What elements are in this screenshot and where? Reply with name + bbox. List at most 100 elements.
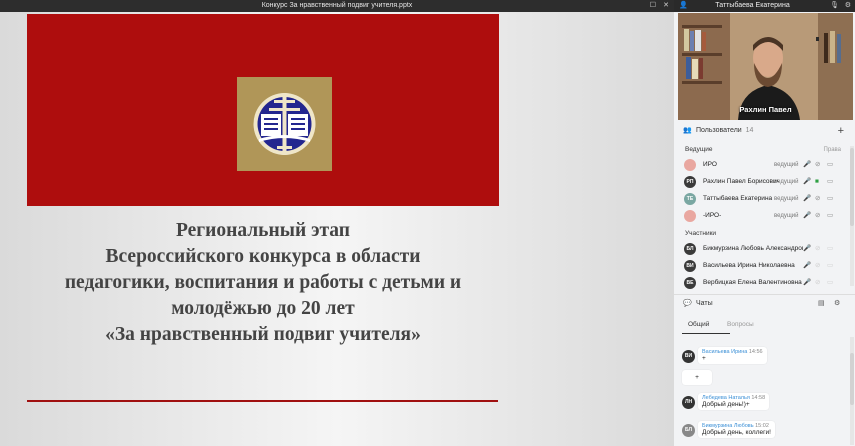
- user-name: Васильева Ирина Николаевна: [703, 262, 795, 269]
- users-count: 14: [745, 127, 754, 134]
- user-role: ведущий: [774, 213, 799, 219]
- screen-icon[interactable]: ▭: [827, 241, 833, 257]
- chat-icon: 💬: [683, 300, 692, 307]
- microphone-icon[interactable]: 🎤: [803, 157, 811, 173]
- active-tab-indicator: [682, 333, 730, 334]
- chat-scrollbar[interactable]: [850, 353, 854, 405]
- participants-label: Участники: [685, 230, 717, 237]
- user-name: Таттыбаева Екатерина: [703, 195, 773, 202]
- emblem-logo: [237, 77, 332, 171]
- user-row-presenter[interactable]: -ИРО- ведущий 🎤 ⊘ ▭: [684, 208, 844, 224]
- presenters-label: Ведущие: [685, 146, 713, 153]
- user-role: ведущий: [774, 179, 799, 185]
- microphone-icon[interactable]: 🎤: [803, 208, 811, 224]
- screen-icon[interactable]: ▭: [827, 191, 833, 207]
- microphone-icon[interactable]: 🎤: [803, 241, 811, 257]
- screen-icon[interactable]: ▭: [827, 258, 833, 274]
- screen-icon[interactable]: ▭: [827, 157, 833, 173]
- camera-off-icon[interactable]: ⊘: [815, 191, 820, 207]
- microphone-icon[interactable]: 🎤: [803, 191, 811, 207]
- avatar: ВЕ: [684, 277, 696, 289]
- users-scrollbar[interactable]: [850, 148, 854, 226]
- slide-line-1: Региональный этап: [175, 220, 351, 241]
- user-role: ведущий: [774, 162, 799, 168]
- user-row-participant[interactable]: БЛ Бикмурзина Любовь Александровна 🎤 ⊘ ▭: [684, 241, 844, 257]
- microphone-icon[interactable]: 🎤: [803, 258, 811, 274]
- camera-off-icon[interactable]: ⊘: [815, 258, 820, 274]
- message-bubble: Васильева Ирина 14:56 +: [698, 347, 767, 364]
- message-text: +: [695, 374, 699, 381]
- message-bubble: Бикмурзина Любовь 15:02 Добрый день, кол…: [698, 421, 775, 438]
- message-bubble: Лебедева Наталья 14:58 Добрый день!)+: [698, 393, 770, 410]
- slide-line-4: молодёжью до 20 лет: [171, 298, 355, 319]
- user-name: Вербицкая Елена Валентиновна: [703, 279, 802, 286]
- conference-app: Конкурс За нравственный подвиг учителя.p…: [0, 0, 855, 446]
- screen-icon[interactable]: ▭: [827, 275, 833, 291]
- camera-off-icon[interactable]: ⊘: [815, 275, 820, 291]
- speaker-video[interactable]: Рахлин Павел: [678, 13, 853, 120]
- camera-off-icon[interactable]: ⊘: [815, 241, 820, 257]
- add-user-button[interactable]: +: [838, 122, 844, 140]
- message-text: Добрый день!)+: [702, 401, 750, 408]
- presentation-titlebar: Конкурс За нравственный подвиг учителя.p…: [0, 0, 674, 12]
- message-text: Добрый день, коллеги!: [702, 429, 771, 436]
- user-row-participant[interactable]: ВИ Васильева Ирина Николаевна 🎤 ⊘ ▭: [684, 258, 844, 274]
- presentation-title: Конкурс За нравственный подвиг учителя.p…: [261, 2, 413, 9]
- close-icon[interactable]: ✕: [663, 0, 669, 12]
- screen-icon[interactable]: ▭: [827, 174, 833, 190]
- camera-on-icon[interactable]: ■: [815, 174, 819, 190]
- avatar: ЛН: [682, 396, 695, 409]
- avatar: [684, 159, 696, 171]
- message-bubble: +: [682, 370, 712, 385]
- gear-icon[interactable]: ⚙: [845, 0, 851, 12]
- gear-icon[interactable]: ⚙: [834, 295, 840, 313]
- microphone-on-icon[interactable]: 🎤: [803, 174, 811, 190]
- user-name: -ИРО-: [703, 212, 722, 219]
- message-text: +: [702, 355, 706, 362]
- user-name: Рахлин Павел Борисович: [703, 178, 779, 185]
- user-row-presenter[interactable]: РП Рахлин Павел Борисович ведущий 🎤 ■ ▭: [684, 174, 844, 190]
- restore-icon[interactable]: ☐: [650, 0, 656, 12]
- users-header: 👥 Пользователи 14 +: [674, 122, 855, 140]
- message-time: 14:58: [751, 395, 766, 401]
- user-row-presenter[interactable]: ИРО ведущий 🎤 ⊘ ▭: [684, 157, 844, 173]
- video-header-name: Таттыбаева Екатерина: [715, 2, 790, 9]
- avatar: ТЕ: [684, 193, 696, 205]
- avatar: [684, 210, 696, 222]
- user-row-presenter[interactable]: ТЕ Таттыбаева Екатерина ведущий 🎤 ⊘ ▭: [684, 191, 844, 207]
- message-time: 14:56: [748, 349, 763, 355]
- slide-line-2: Всероссийского конкурса в области: [105, 246, 421, 267]
- chat-tabs: Общий Вопросы: [674, 321, 855, 334]
- side-panel: 👤 Таттыбаева Екатерина 🎙 ⚙ Рахлин Павел …: [674, 0, 855, 446]
- screen-icon[interactable]: ▭: [827, 208, 833, 224]
- tab-questions[interactable]: Вопросы: [727, 321, 754, 328]
- microphone-icon[interactable]: 🎙: [830, 0, 839, 12]
- slide-red-banner: [27, 14, 499, 206]
- message-author: Васильева Ирина 14:56: [702, 349, 763, 355]
- chat-panel: 💬 Чаты ▤ ⚙ Общий Вопросы ВИ Васильева Ир…: [674, 294, 855, 446]
- slide-divider: [27, 400, 498, 402]
- users-header-label: Пользователи 14: [696, 127, 754, 134]
- avatar: ВИ: [682, 350, 695, 363]
- user-name: ИРО: [703, 161, 717, 168]
- camera-off-icon[interactable]: ⊘: [815, 208, 820, 224]
- avatar: РП: [684, 176, 696, 188]
- notes-icon[interactable]: ▤: [818, 295, 825, 313]
- slide-line-5: «За нравственный подвиг учителя»: [105, 324, 421, 345]
- chat-header: 💬 Чаты ▤ ⚙: [674, 295, 855, 313]
- users-icon: 👥: [683, 127, 692, 134]
- avatar: ВИ: [684, 260, 696, 272]
- rights-label: Права: [823, 147, 841, 153]
- slide-line-3: педагогики, воспитания и работы с детьми…: [64, 272, 462, 293]
- video-header: 👤 Таттыбаева Екатерина 🎙 ⚙: [674, 0, 855, 12]
- user-role: ведущий: [774, 196, 799, 202]
- speaker-name-label: Рахлин Павел: [739, 105, 792, 114]
- user-row-participant[interactable]: ВЕ Вербицкая Елена Валентиновна 🎤 ⊘ ▭: [684, 275, 844, 291]
- camera-off-icon[interactable]: ⊘: [815, 157, 820, 173]
- microphone-icon[interactable]: 🎤: [803, 275, 811, 291]
- video-frame-image: [678, 13, 853, 120]
- presentation-area: Конкурс За нравственный подвиг учителя.p…: [0, 0, 674, 446]
- chat-header-label: Чаты: [696, 300, 713, 307]
- tab-general[interactable]: Общий: [688, 321, 709, 328]
- avatar: БЛ: [682, 424, 695, 437]
